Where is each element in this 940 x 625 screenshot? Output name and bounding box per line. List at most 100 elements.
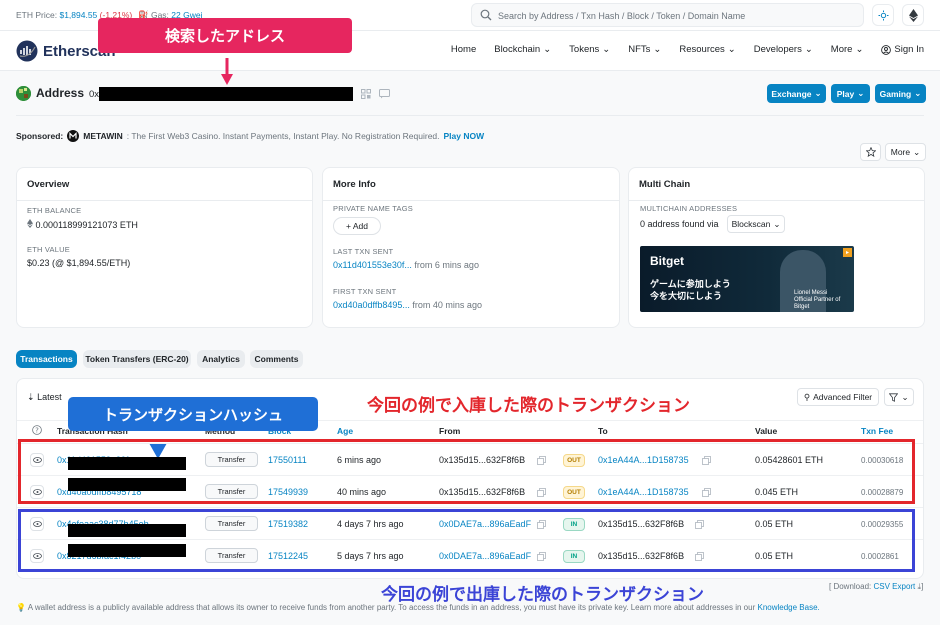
more-info-title: More Info [333, 179, 376, 190]
ethereum-icon [27, 219, 33, 228]
comment-icon[interactable] [379, 89, 390, 99]
nav-nfts[interactable]: NFTs ⌄ [628, 44, 661, 55]
nav-more[interactable]: More ⌄ [831, 44, 864, 55]
search-input[interactable]: Search by Address / Txn Hash / Block / T… [471, 3, 864, 27]
csv-export-link[interactable]: CSV Export [873, 582, 915, 591]
bitget-ad-player: Lionel Messi Official Partner of Bitget [794, 290, 841, 310]
sponsored-brand: METAWIN [83, 131, 123, 141]
footer-note: 💡 A wallet address is a publicly availab… [16, 603, 820, 612]
private-tags-label: PRIVATE NAME TAGS [333, 204, 413, 213]
chevron-down-icon: ⌄ [901, 391, 909, 402]
ad-close-icon[interactable]: ▸ [843, 248, 852, 257]
tab-token-transfers[interactable]: Token Transfers (ERC-20) [83, 350, 191, 368]
sign-in-link[interactable]: Sign In [881, 44, 924, 55]
filter-icon: ⚲ [803, 391, 811, 402]
eth-value: $0.23 (@ $1,894.55/ETH) [27, 258, 131, 268]
page-title: Address [36, 86, 85, 100]
chevron-down-icon: ⌄ [543, 44, 552, 55]
highlight-incoming-box [18, 509, 915, 572]
theme-toggle-button[interactable] [872, 4, 894, 26]
exchange-button[interactable]: Exchange ⌄ [767, 84, 826, 103]
network-button[interactable] [902, 4, 924, 26]
sun-icon [878, 10, 888, 20]
search-icon [480, 9, 492, 21]
csv-download: [ Download: CSV Export ⤓] [829, 582, 924, 591]
last-txn-label: LAST TXN SENT [333, 247, 394, 256]
eth-balance-label: ETH BALANCE [27, 206, 82, 215]
more-button[interactable]: More ⌄ [885, 143, 926, 161]
favorite-button[interactable] [860, 143, 881, 161]
filter-dropdown-button[interactable]: ⌄ [884, 388, 914, 406]
chevron-down-icon: ⌄ [653, 44, 662, 55]
ethereum-icon [908, 8, 918, 22]
col-from: From [439, 426, 461, 436]
add-tag-button[interactable]: + Add [333, 217, 381, 235]
nav-developers[interactable]: Developers ⌄ [754, 44, 813, 55]
chevron-down-icon: ⌄ [804, 44, 813, 55]
svg-text:?: ? [35, 427, 39, 435]
play-button[interactable]: Play ⌄ [831, 84, 870, 103]
multichain-found: 0 address found via [640, 219, 719, 229]
first-txn-link[interactable]: 0xd40a0dffb8495... [333, 300, 410, 310]
chevron-down-icon: ⌄ [602, 44, 611, 55]
chevron-down-icon: ⌄ [773, 218, 781, 229]
etherscan-logo-icon [16, 40, 38, 62]
first-txn-label: FIRST TXN SENT [333, 287, 397, 296]
last-txn-link[interactable]: 0x11d401553e30f... [333, 260, 412, 270]
col-to: To [598, 426, 608, 436]
gaming-button[interactable]: Gaming ⌄ [875, 84, 926, 103]
knowledge-base-link[interactable]: Knowledge Base. [757, 603, 819, 612]
eth-price-link[interactable]: $1,894.55 [59, 10, 97, 20]
first-txn: 0xd40a0dffb8495... from 40 mins ago [333, 300, 482, 310]
eth-balance-value: 0.000118999121073 ETH [27, 219, 138, 230]
chevron-down-icon: ⌄ [855, 44, 864, 55]
nav-home[interactable]: Home [451, 44, 476, 55]
divider [16, 115, 924, 116]
tab-analytics[interactable]: Analytics [197, 350, 245, 368]
help-icon[interactable]: ? [32, 425, 42, 435]
sponsored-label: Sponsored: [16, 131, 64, 141]
metawin-logo-icon [67, 130, 80, 142]
tab-comments[interactable]: Comments [250, 350, 303, 368]
eth-value-label: ETH VALUE [27, 245, 70, 254]
bitget-brand: Bitget [650, 254, 684, 268]
multichain-title: Multi Chain [639, 179, 691, 190]
search-placeholder: Search by Address / Txn Hash / Block / T… [498, 11, 746, 21]
highlight-outgoing-box [18, 439, 915, 504]
chevron-down-icon: ⌄ [914, 88, 922, 98]
chevron-down-icon: ⌄ [857, 88, 865, 98]
nav-blockchain[interactable]: Blockchain ⌄ [494, 44, 551, 55]
overview-card: Overview ETH BALANCE 0.000118999121073 E… [16, 167, 313, 328]
sponsored-cta-link[interactable]: Play NOW [444, 131, 485, 141]
col-fee[interactable]: Txn Fee [861, 426, 893, 436]
nav-resources[interactable]: Resources ⌄ [679, 44, 735, 55]
qr-code-icon[interactable] [361, 89, 371, 99]
chevron-down-icon: ⌄ [727, 44, 736, 55]
annotation-incoming: 今回の例で入庫した際のトランザクション [367, 396, 690, 415]
chevron-down-icon: ⌄ [913, 146, 921, 157]
chevron-down-icon: ⌄ [814, 88, 822, 98]
annotation-outgoing: 今回の例で出庫した際のトランザクション [381, 585, 704, 604]
bitget-ad-text: ゲームに参加しよう 今を大切にしよう [650, 279, 731, 301]
last-txn: 0x11d401553e30f... from 6 mins ago [333, 260, 479, 270]
latest-label: ⇣ Latest [27, 392, 62, 402]
sponsored-banner: Sponsored: METAWIN: The First Web3 Casin… [16, 130, 485, 142]
tab-transactions[interactable]: Transactions [16, 350, 77, 368]
annotation-tx-hash: トランザクションハッシュ [68, 397, 318, 431]
lightbulb-icon: 💡 [16, 603, 26, 612]
funnel-icon [889, 392, 899, 402]
nav-tokens[interactable]: Tokens ⌄ [569, 44, 610, 55]
multichain-label: MULTICHAIN ADDRESSES [640, 204, 738, 213]
more-info-card: More Info PRIVATE NAME TAGS + Add LAST T… [322, 167, 620, 328]
advanced-filter-button[interactable]: ⚲ Advanced Filter [797, 388, 879, 406]
overview-title: Overview [27, 179, 70, 190]
bitget-ad-banner[interactable]: Bitget ゲームに参加しよう 今を大切にしよう Lionel Messi Off… [640, 246, 854, 312]
annotation-arrow-down [221, 58, 233, 85]
star-icon [865, 147, 876, 157]
annotation-search-address: 検索したアドレス [98, 18, 352, 53]
col-value: Value [755, 426, 778, 436]
blockscan-dropdown[interactable]: Blockscan ⌄ [727, 215, 785, 233]
nav-menu: Home Blockchain ⌄ Tokens ⌄ NFTs ⌄ Resources… [433, 44, 924, 55]
col-age[interactable]: Age [337, 426, 353, 436]
user-icon [881, 44, 892, 55]
